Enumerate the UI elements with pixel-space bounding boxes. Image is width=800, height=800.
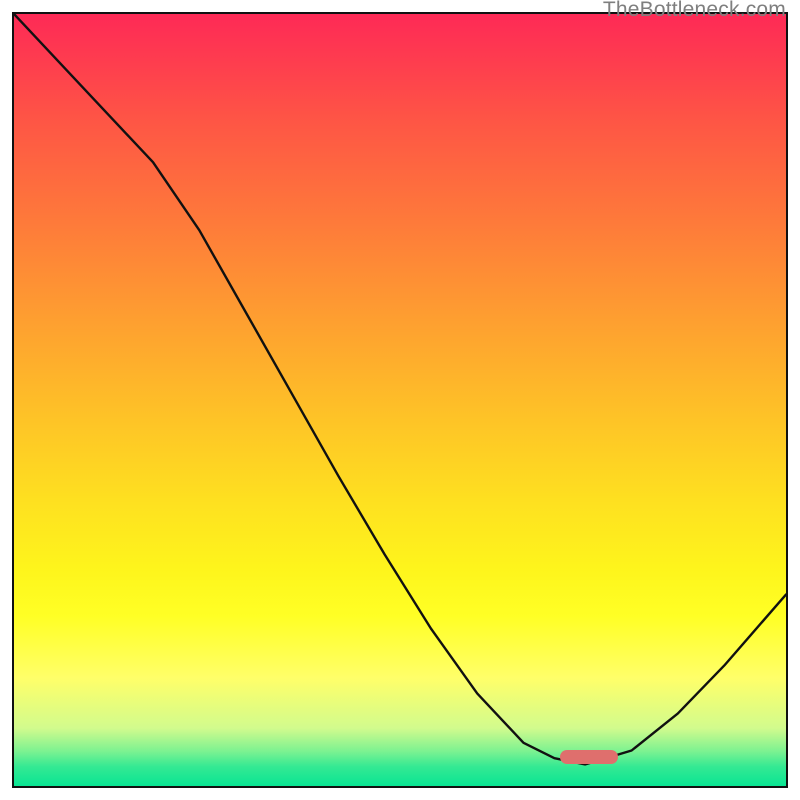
chart-frame [12, 12, 788, 788]
watermark-text: TheBottleneck.com [603, 0, 786, 22]
optimal-marker [560, 750, 618, 764]
bottleneck-curve [14, 14, 786, 786]
